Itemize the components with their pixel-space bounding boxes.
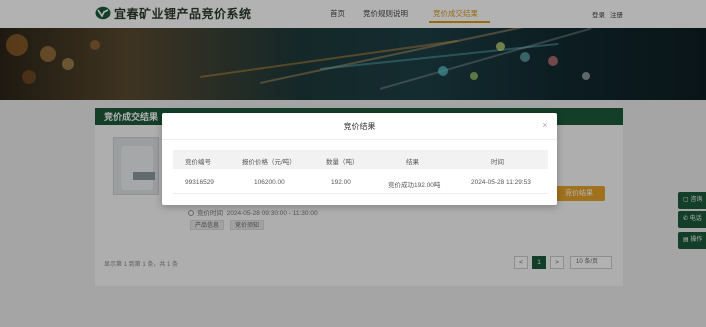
col-result: 结果 <box>406 159 419 166</box>
cell-time: 2024-05-28 11:29:53 <box>471 179 531 186</box>
col-time: 时间 <box>491 159 504 166</box>
cell-price: 106200.00 <box>254 179 285 186</box>
modal-title: 竞价结果 <box>343 122 376 131</box>
modal-divider <box>162 139 557 140</box>
close-icon[interactable]: × <box>540 120 550 130</box>
col-bid-number: 竞价编号 <box>185 159 211 166</box>
col-price: 报价价格（元/吨） <box>242 159 296 166</box>
col-quantity: 数量（吨） <box>326 159 359 166</box>
cell-bid-number: 99316529 <box>185 179 214 186</box>
table-row-divider <box>173 193 548 194</box>
cell-result: 竞价成功192.00吨 <box>388 182 441 189</box>
cell-quantity: 192.00 <box>331 179 351 186</box>
bid-result-modal: 竞价结果 × 竞价编号 报价价格（元/吨） 数量（吨） 结果 时间 993165… <box>162 113 557 205</box>
